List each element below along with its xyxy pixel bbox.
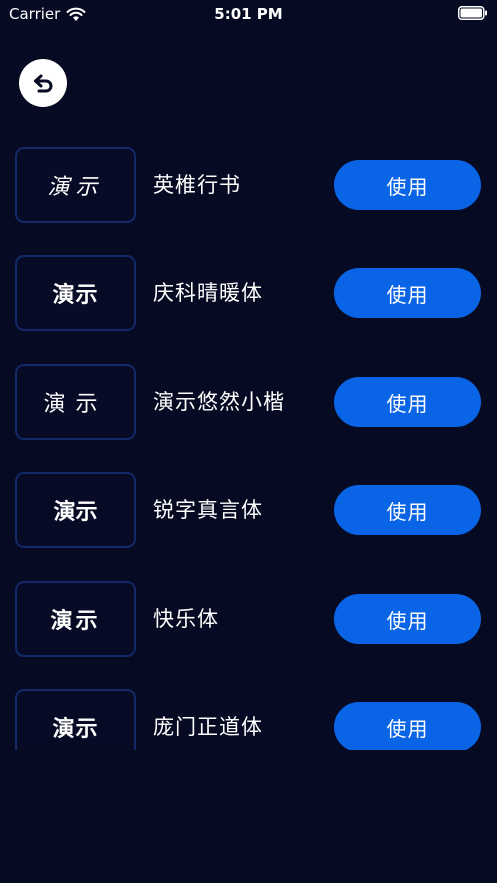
font-row: 演示 庆科晴暖体 使用 <box>0 255 497 331</box>
use-font-button[interactable]: 使用 <box>334 594 481 644</box>
font-name: 演示悠然小楷 <box>153 390 285 414</box>
undo-arrow-icon <box>34 74 53 93</box>
font-preview: 演示 <box>15 689 136 750</box>
font-name: 锐字真言体 <box>153 498 263 522</box>
battery-icon <box>458 6 487 20</box>
font-preview: 演示 <box>15 147 136 223</box>
back-button[interactable] <box>19 59 67 107</box>
font-name: 庆科晴暖体 <box>153 281 263 305</box>
use-font-button[interactable]: 使用 <box>334 268 481 318</box>
use-font-button[interactable]: 使用 <box>334 702 481 750</box>
font-row: 演示 快乐体 使用 <box>0 581 497 657</box>
font-row: 演示 演示悠然小楷 使用 <box>0 364 497 440</box>
font-preview: 演示 <box>15 581 136 657</box>
use-font-button[interactable]: 使用 <box>334 485 481 535</box>
font-name: 英椎行书 <box>153 173 241 197</box>
use-font-button[interactable]: 使用 <box>334 160 481 210</box>
status-bar: Carrier 5:01 PM <box>0 0 497 30</box>
font-preview: 演示 <box>15 364 136 440</box>
font-row: 演示 锐字真言体 使用 <box>0 472 497 548</box>
font-name: 庞门正道体 <box>153 715 263 739</box>
font-preview: 演示 <box>15 472 136 548</box>
font-row: 演示 庞门正道体 使用 <box>0 689 497 750</box>
use-font-button[interactable]: 使用 <box>334 377 481 427</box>
font-list[interactable]: 演示 英椎行书 使用 演示 庆科晴暖体 使用 演示 演示悠然小楷 使用 演示 锐… <box>0 147 497 750</box>
font-preview: 演示 <box>15 255 136 331</box>
font-row: 演示 英椎行书 使用 <box>0 147 497 223</box>
font-name: 快乐体 <box>153 607 219 631</box>
status-time: 5:01 PM <box>214 5 283 23</box>
